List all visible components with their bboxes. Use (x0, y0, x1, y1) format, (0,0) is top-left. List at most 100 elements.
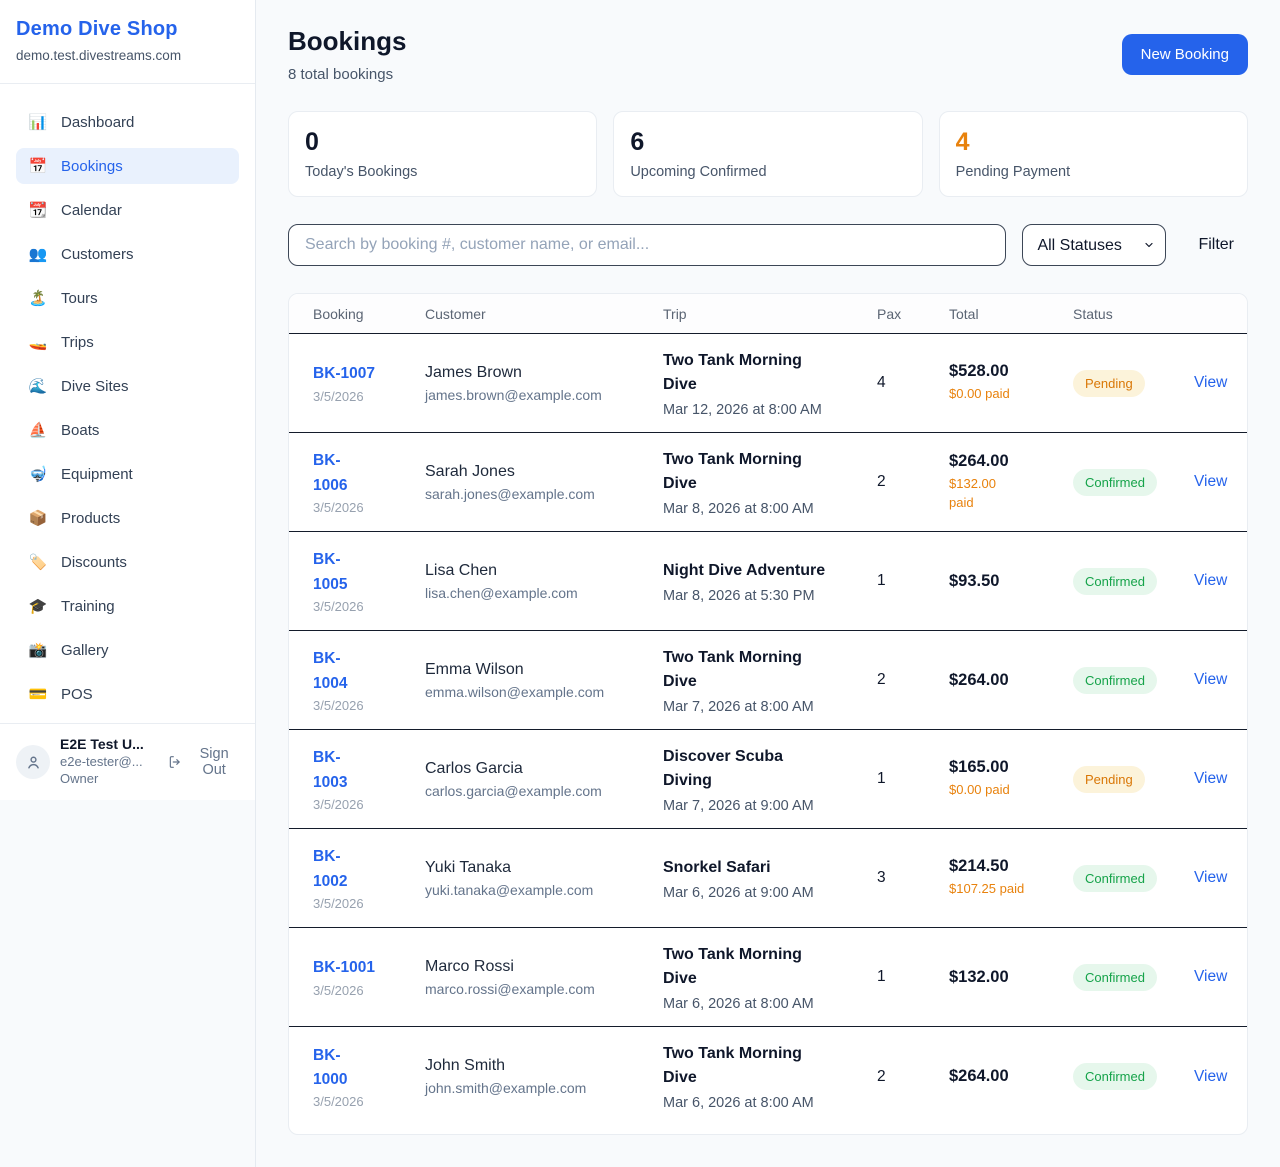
status-filter-select[interactable]: All Statuses (1022, 224, 1166, 266)
stat-label: Upcoming Confirmed (630, 164, 905, 180)
table-header-row: Booking Customer Trip Pax Total Status (289, 294, 1247, 334)
avatar (16, 745, 50, 779)
sidebar-item-pos[interactable]: 💳 POS (16, 676, 239, 712)
status-badge: Confirmed (1073, 964, 1157, 991)
pax-count: 1 (877, 968, 949, 986)
column-header-pax: Pax (877, 306, 949, 322)
table-row: BK- 1003 3/5/2026 Carlos Garcia carlos.g… (289, 730, 1247, 829)
sidebar-item-boats[interactable]: ⛵ Boats (16, 412, 239, 448)
sidebar-item-customers[interactable]: 👥 Customers (16, 236, 239, 272)
view-link[interactable]: View (1194, 473, 1227, 490)
trip-datetime: Mar 6, 2026 at 8:00 AM (663, 1095, 877, 1111)
diving-mask-icon: 🤿 (28, 465, 48, 483)
booking-id-link[interactable]: BK- 1005 (313, 548, 347, 596)
customer-email: carlos.garcia@example.com (425, 783, 663, 799)
customer-name: Yuki Tanaka (425, 859, 663, 877)
sidebar-item-gallery[interactable]: 📸 Gallery (16, 632, 239, 668)
stat-value: 0 (305, 128, 580, 157)
stat-card-upcoming-confirmed: 6 Upcoming Confirmed (613, 111, 922, 197)
table-row: BK-1001 3/5/2026 Marco Rossi marco.rossi… (289, 928, 1247, 1027)
view-link[interactable]: View (1194, 572, 1227, 589)
trip-datetime: Mar 6, 2026 at 9:00 AM (663, 885, 877, 901)
status-badge: Pending (1073, 766, 1145, 793)
sailboat-icon: ⛵ (28, 421, 48, 439)
booking-id-link[interactable]: BK-1007 (313, 362, 375, 386)
sidebar-item-label: Customers (61, 246, 134, 263)
sidebar-item-label: Products (61, 510, 120, 527)
sidebar-item-label: Boats (61, 422, 99, 439)
credit-card-icon: 💳 (28, 685, 48, 703)
view-link[interactable]: View (1194, 671, 1227, 688)
sidebar-item-label: Tours (61, 290, 98, 307)
paid-amount: $0.00 paid (949, 781, 1073, 800)
sidebar-item-trips[interactable]: 🚤 Trips (16, 324, 239, 360)
booking-date: 3/5/2026 (313, 389, 425, 404)
stat-card-todays-bookings: 0 Today's Bookings (288, 111, 597, 197)
trip-name: Snorkel Safari (663, 856, 877, 880)
stat-label: Today's Bookings (305, 164, 580, 180)
customer-name: Emma Wilson (425, 661, 663, 679)
paid-amount: $132.00 paid (949, 475, 1073, 513)
sidebar-item-products[interactable]: 📦 Products (16, 500, 239, 536)
column-header-total: Total (949, 306, 1073, 322)
status-badge: Confirmed (1073, 667, 1157, 694)
sidebar-item-dashboard[interactable]: 📊 Dashboard (16, 104, 239, 140)
person-icon (25, 754, 42, 771)
filter-button[interactable]: Filter (1198, 236, 1234, 254)
view-link[interactable]: View (1194, 1068, 1227, 1085)
booking-date: 3/5/2026 (313, 1094, 425, 1109)
booking-date: 3/5/2026 (313, 797, 425, 812)
sidebar-item-discounts[interactable]: 🏷️ Discounts (16, 544, 239, 580)
user-email: e2e-tester@... (60, 754, 158, 771)
booking-date: 3/5/2026 (313, 500, 425, 515)
pax-count: 1 (877, 572, 949, 590)
booking-id-link[interactable]: BK-1001 (313, 956, 375, 980)
booking-id-link[interactable]: BK- 1006 (313, 449, 347, 497)
pax-count: 4 (877, 374, 949, 392)
view-link[interactable]: View (1194, 968, 1227, 985)
sidebar-item-label: Equipment (61, 466, 133, 483)
booking-id-link[interactable]: BK- 1002 (313, 845, 347, 893)
customer-email: john.smith@example.com (425, 1080, 663, 1096)
view-link[interactable]: View (1194, 770, 1227, 787)
sidebar-item-tours[interactable]: 🏝️ Tours (16, 280, 239, 316)
sidebar-nav: 📊 Dashboard 📅 Bookings 📆 Calendar 👥 Cust… (0, 84, 255, 720)
sidebar-item-bookings[interactable]: 📅 Bookings (16, 148, 239, 184)
trip-name: Two Tank Morning Dive (663, 646, 877, 694)
booking-id-link[interactable]: BK- 1004 (313, 647, 347, 695)
sidebar-item-label: Dashboard (61, 114, 134, 131)
sidebar-item-label: Gallery (61, 642, 109, 659)
total-amount: $264.00 (949, 671, 1073, 690)
sidebar-item-training[interactable]: 🎓 Training (16, 588, 239, 624)
sidebar-item-calendar[interactable]: 📆 Calendar (16, 192, 239, 228)
trip-datetime: Mar 8, 2026 at 8:00 AM (663, 501, 877, 517)
booking-id-link[interactable]: BK- 1000 (313, 1044, 347, 1092)
page-title: Bookings (288, 26, 406, 57)
trip-datetime: Mar 8, 2026 at 5:30 PM (663, 588, 877, 604)
booking-date: 3/5/2026 (313, 983, 425, 998)
new-booking-button[interactable]: New Booking (1122, 34, 1248, 75)
sign-out-button[interactable]: Sign Out (168, 746, 239, 778)
view-link[interactable]: View (1194, 374, 1227, 391)
booking-id-link[interactable]: BK- 1003 (313, 746, 347, 794)
user-role: Owner (60, 771, 158, 788)
customer-email: marco.rossi@example.com (425, 981, 663, 997)
sidebar-item-label: Discounts (61, 554, 127, 571)
sidebar-item-dive-sites[interactable]: 🌊 Dive Sites (16, 368, 239, 404)
trip-datetime: Mar 12, 2026 at 8:00 AM (663, 402, 877, 418)
view-link[interactable]: View (1194, 869, 1227, 886)
trip-name: Two Tank Morning Dive (663, 448, 877, 496)
customer-name: Lisa Chen (425, 562, 663, 580)
sidebar-item-equipment[interactable]: 🤿 Equipment (16, 456, 239, 492)
graduation-cap-icon: 🎓 (28, 597, 48, 615)
customer-email: yuki.tanaka@example.com (425, 882, 663, 898)
search-input[interactable] (288, 224, 1006, 266)
sidebar-item-label: Calendar (61, 202, 122, 219)
total-amount: $93.50 (949, 572, 1073, 591)
customer-name: John Smith (425, 1057, 663, 1075)
table-row: BK- 1002 3/5/2026 Yuki Tanaka yuki.tanak… (289, 829, 1247, 928)
wave-icon: 🌊 (28, 377, 48, 395)
customer-email: sarah.jones@example.com (425, 486, 663, 502)
user-footer: E2E Test U... e2e-tester@... Owner Sign … (0, 723, 255, 800)
column-header-trip: Trip (663, 306, 877, 322)
